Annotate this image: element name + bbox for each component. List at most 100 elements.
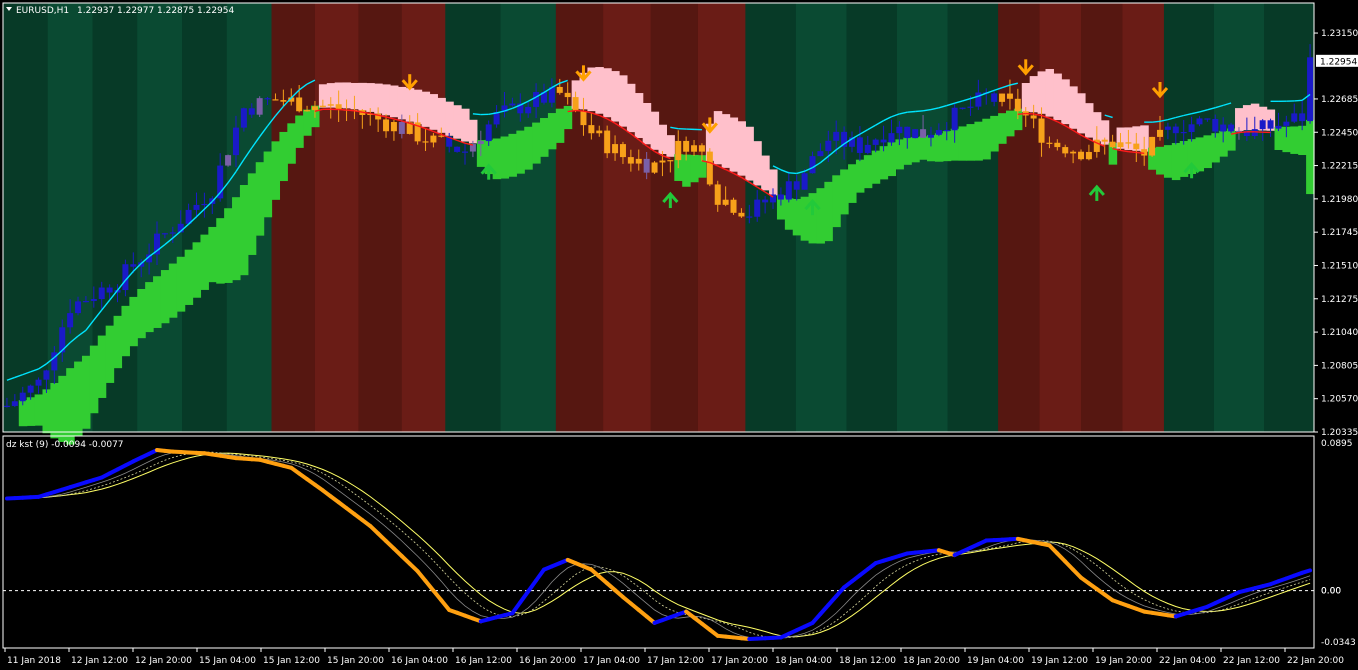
cloud-slice [208,226,217,283]
candle-body [967,106,974,108]
candle-body [722,199,729,205]
candle-body [272,99,279,101]
trend-segment [338,108,347,111]
candle-body [856,137,863,153]
cloud-slice [160,270,170,324]
zone-band [603,3,652,432]
kst-segment [510,600,523,616]
candle-body [825,140,832,152]
cloud-slice [113,315,123,369]
candle-body [319,105,326,107]
candle-body [1101,139,1108,142]
cloud-slice [690,154,699,183]
cloud-slice [563,105,573,130]
candle-body [225,155,232,166]
candle-body [248,108,255,115]
candle-body [619,144,626,158]
cloud-slice [540,118,549,157]
candle-body [430,135,437,143]
cloud-slice [1053,73,1062,121]
candle-body [264,98,271,100]
x-tick-label: 17 Jan 04:00 [583,656,640,666]
cloud-slice [247,173,257,255]
x-tick-label: 16 Jan 20:00 [519,656,576,666]
cloud-slice [840,169,849,215]
zone-band [358,3,403,432]
cloud-slice [168,263,178,318]
candle-body [580,110,587,126]
cloud-slice [255,162,265,236]
x-tick-label: 15 Jan 04:00 [199,656,256,666]
candle-body [1109,141,1116,148]
cloud-slice [224,208,233,283]
cloud-slice [89,345,99,414]
candle-body [311,106,318,111]
trend-segment [1128,151,1137,154]
candle-body [1180,132,1187,134]
cloud-slice [279,131,288,182]
candle-body [383,119,390,132]
x-tick-label: 18 Jan 04:00 [775,656,832,666]
zone-band [650,3,699,432]
y-tick-label: 1.21745 [1321,228,1358,238]
cloud-slice [176,256,186,312]
candle-body [67,313,74,328]
cloud-slice [532,122,541,164]
symbol-title: EURUSD,H1 [16,6,69,16]
ohlc-open: 1.22937 [77,6,114,16]
candle-body [912,129,919,139]
candle-body [232,127,239,156]
candle-body [1299,113,1306,122]
trend-segment [1238,131,1247,134]
candle-body [785,181,792,200]
cloud-slice [153,276,162,328]
trend-segment [346,109,355,112]
signal-line-mid [6,451,1311,639]
x-tick-label: 15 Jan 12:00 [263,656,320,666]
candle-body [777,194,784,200]
candle-body [809,156,816,174]
candle-body [1307,57,1314,122]
x-tick-label: 18 Jan 20:00 [903,656,960,666]
candle-body [627,157,634,164]
candle-body [1275,125,1282,129]
candle-body [643,158,650,173]
cloud-slice [137,288,146,339]
candle-body [714,184,721,205]
cloud-slice [824,181,833,242]
candle-body [975,92,982,107]
cloud-slice [461,108,470,142]
cloud-slice [650,111,660,150]
candle-body [1220,124,1227,132]
trend-segment [1136,151,1145,155]
kst-tick-label: -0.0343 [1321,638,1356,648]
cloud-slice [389,85,399,118]
y-tick-label: 1.22450 [1321,128,1358,138]
candle-body [130,264,137,267]
cloud-slice [666,135,675,157]
candle-body [304,110,311,112]
cloud-slice [721,114,731,168]
trend-segment [472,113,481,116]
cloud-slice [105,325,115,383]
candle-body [604,130,611,154]
chart-canvas[interactable]: 1.23150 1.22685 1.22450 1.22215 1.21980 1.217… [0,0,1358,670]
x-tick-label: 16 Jan 04:00 [391,656,448,666]
candle-body [1030,115,1037,119]
cloud-slice [761,155,770,191]
candle-body [1259,120,1266,130]
candle-body [1228,124,1235,132]
ohlc-close: 1.22954 [197,6,234,16]
cloud-slice [397,86,407,120]
kst-tick-label: 0.0895 [1321,439,1353,449]
signal-line-slow [6,452,1311,638]
candle-body [817,151,824,157]
x-tick-label: 22 Jan 04:00 [1159,656,1216,666]
cloud-slice [445,101,454,136]
y-tick-label: 1.20335 [1321,428,1358,438]
candle-body [390,122,397,132]
kst-segment [526,578,539,594]
candle-body [533,92,540,107]
y-tick-label: 1.21980 [1321,195,1358,205]
candle-body [612,144,619,154]
